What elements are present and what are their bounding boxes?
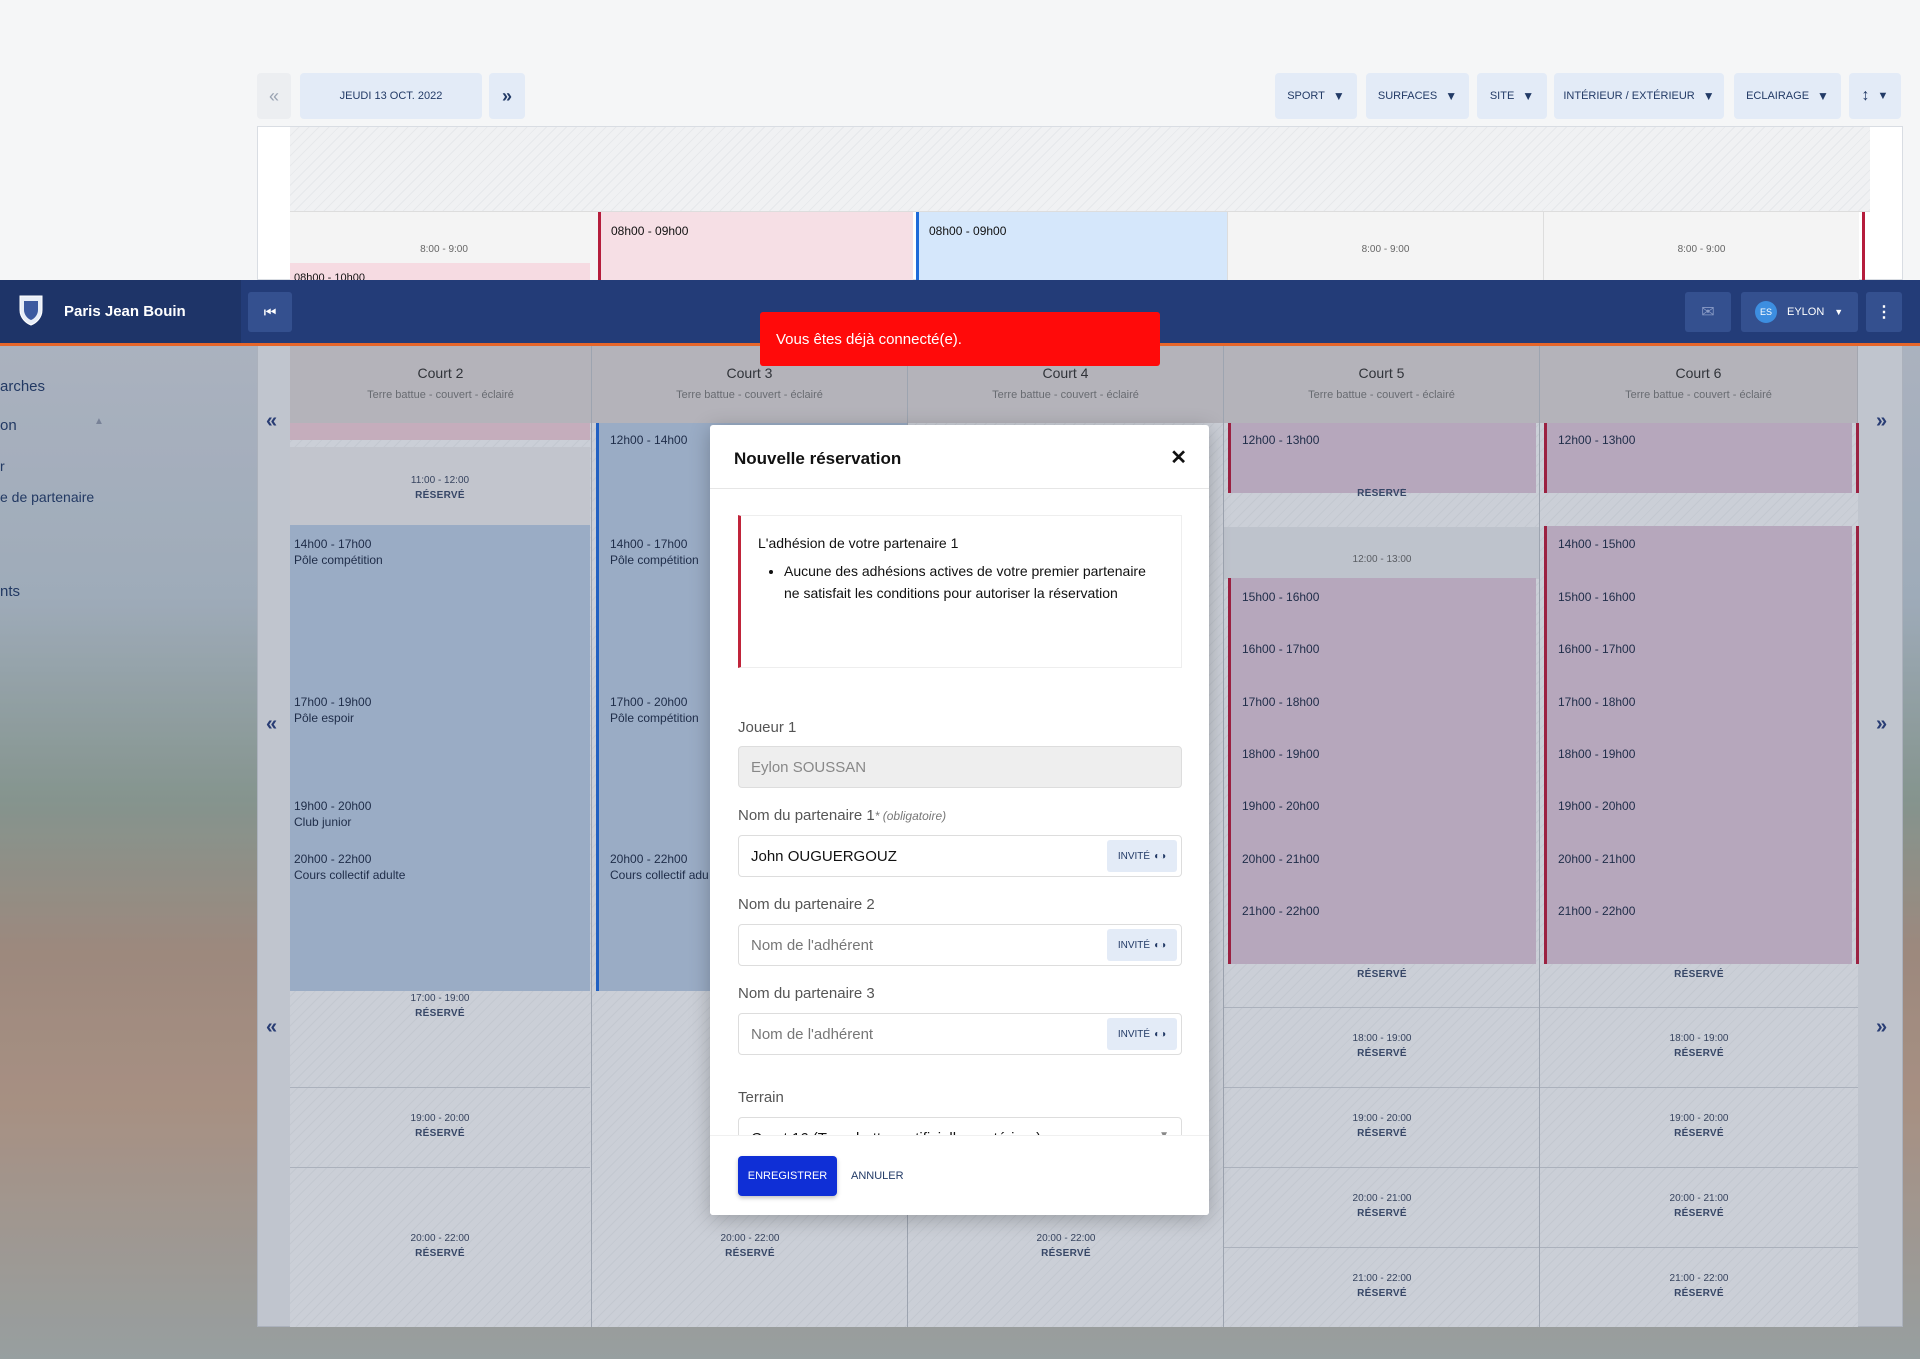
skip-back-icon: ⏮ bbox=[263, 303, 277, 320]
caret-down-icon: ▼ bbox=[1445, 89, 1458, 103]
caret-down-icon: ▼ bbox=[1877, 90, 1889, 102]
kebab-menu-icon: ⋮ bbox=[1876, 304, 1892, 321]
messages-button[interactable]: ✉ bbox=[1685, 292, 1731, 332]
filter-lighting[interactable]: ECLAIRAGE ▼ bbox=[1734, 73, 1841, 119]
collapse-sidebar-button[interactable]: ⏮ bbox=[248, 292, 292, 332]
next-day-button[interactable]: » bbox=[489, 73, 525, 119]
partner1-label: Nom du partenaire 1* (obligatoire) bbox=[738, 807, 947, 824]
guest-button[interactable]: INVITÉ ◐◑ bbox=[1107, 1018, 1177, 1050]
terrain-label: Terrain bbox=[738, 1089, 784, 1106]
membership-alert: L'adhésion de votre partenaire 1 Aucune … bbox=[738, 515, 1182, 668]
schedule-grid-top: 8:00 - 9:00 08h00 - 10h00 08h00 - 09h00 … bbox=[257, 126, 1903, 283]
player1-label: Joueur 1 bbox=[738, 719, 797, 736]
unavailable-area bbox=[290, 127, 1870, 211]
partner1-field[interactable]: John OUGUERGOUZ INVITÉ ◐◑ bbox=[738, 835, 1182, 877]
partner3-field[interactable]: Nom de l'adhérent INVITÉ ◐◑ bbox=[738, 1013, 1182, 1055]
save-button[interactable]: ENREGISTRER bbox=[738, 1156, 837, 1196]
more-options-button[interactable]: ⋮ bbox=[1866, 292, 1902, 332]
brand[interactable]: Paris Jean Bouin bbox=[0, 280, 241, 343]
cancel-button[interactable]: ANNULER bbox=[851, 1156, 904, 1196]
filter-indoor-outdoor[interactable]: INTÉRIEUR / EXTÉRIEUR ▼ bbox=[1554, 73, 1724, 119]
booking-block[interactable]: 08h00 - 09h00 bbox=[916, 212, 1227, 282]
caret-down-icon: ▼ bbox=[1702, 89, 1715, 103]
filter-surfaces[interactable]: SURFACES ▼ bbox=[1366, 73, 1469, 119]
booking-block[interactable]: 08h00 - 09h00 bbox=[598, 212, 913, 282]
alert-list: Aucune des adhésions actives de votre pr… bbox=[761, 560, 1161, 604]
partner2-field[interactable]: Nom de l'adhérent INVITÉ ◐◑ bbox=[738, 924, 1182, 966]
guest-button[interactable]: INVITÉ ◐◑ bbox=[1107, 929, 1177, 961]
user-menu-button[interactable]: ES EYLON ▼ bbox=[1741, 292, 1858, 332]
caret-down-icon: ▼ bbox=[1817, 89, 1829, 103]
modal-title: Nouvelle réservation bbox=[734, 449, 902, 468]
partner2-label: Nom du partenaire 2 bbox=[738, 896, 875, 913]
prev-day-button[interactable]: « bbox=[257, 73, 291, 119]
close-icon[interactable]: ✕ bbox=[1170, 445, 1187, 470]
filter-sport[interactable]: SPORT ▼ bbox=[1275, 73, 1357, 119]
required-hint: * (obligatoire) bbox=[874, 809, 947, 823]
mask-icon: ◐◑ bbox=[1154, 850, 1167, 862]
date-picker-button[interactable]: JEUDI 13 OCT. 2022 bbox=[300, 73, 482, 119]
envelope-icon: ✉ bbox=[1701, 304, 1715, 321]
filter-site[interactable]: SITE ▼ bbox=[1477, 73, 1547, 119]
error-toast[interactable]: Vous êtes déjà connecté(e). bbox=[760, 312, 1160, 366]
slot-cell[interactable]: 8:00 - 9:00 bbox=[1543, 212, 1859, 282]
alert-item: Aucune des adhésions actives de votre pr… bbox=[784, 560, 1161, 604]
row-height-button[interactable]: ↕ ▼ bbox=[1849, 73, 1901, 119]
mask-icon: ◐◑ bbox=[1154, 939, 1167, 951]
user-name: EYLON bbox=[1787, 306, 1825, 318]
player1-field: Eylon SOUSSAN bbox=[738, 746, 1182, 788]
club-logo-icon bbox=[18, 293, 44, 331]
avatar: ES bbox=[1755, 301, 1777, 323]
slot-cell[interactable]: 8:00 - 9:00 bbox=[1227, 212, 1543, 282]
date-label: JEUDI 13 OCT. 2022 bbox=[339, 90, 443, 102]
brand-name: Paris Jean Bouin bbox=[64, 303, 186, 320]
caret-down-icon: ▼ bbox=[1522, 89, 1535, 103]
new-reservation-modal: Nouvelle réservation ✕ L'adhésion de vot… bbox=[710, 425, 1209, 1215]
partner3-label: Nom du partenaire 3 bbox=[738, 985, 875, 1002]
caret-down-icon: ▼ bbox=[1332, 89, 1345, 103]
alert-title: L'adhésion de votre partenaire 1 bbox=[758, 535, 959, 551]
caret-down-icon: ▼ bbox=[1834, 307, 1844, 317]
resize-vertical-icon: ↕ bbox=[1861, 87, 1870, 104]
mask-icon: ◐◑ bbox=[1154, 1028, 1167, 1040]
guest-button[interactable]: INVITÉ ◐◑ bbox=[1107, 840, 1177, 872]
